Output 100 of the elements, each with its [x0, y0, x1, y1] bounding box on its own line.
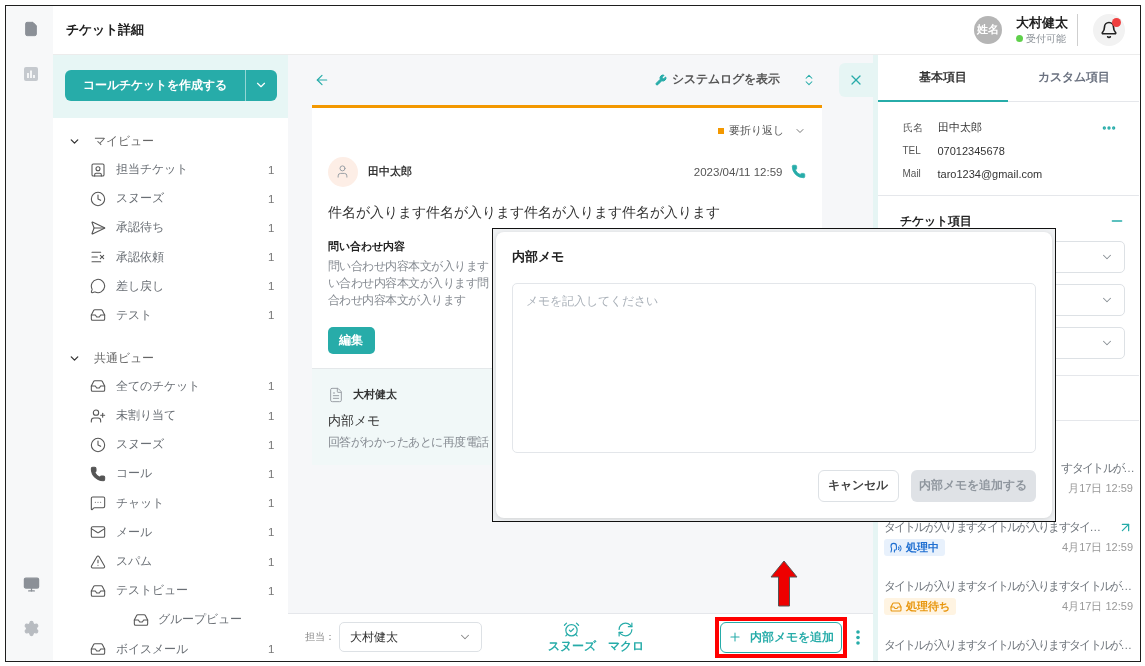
- ticket-time: 4月17日 12:59: [1062, 540, 1133, 555]
- group-header[interactable]: マイビュー: [52, 131, 288, 152]
- nav-item[interactable]: スヌーズ 1: [52, 434, 288, 455]
- status-dropdown[interactable]: 要折り返し: [717, 119, 806, 142]
- action-button[interactable]: スヌーズ: [547, 621, 596, 654]
- item-count: 1: [268, 526, 275, 539]
- edit-button[interactable]: 編集: [327, 326, 375, 354]
- nav-item[interactable]: 承認依頼 1: [52, 247, 288, 268]
- inquiry-text: 問い合わせ内容本文が入ります: [327, 259, 489, 274]
- status-label: 処理待ち: [905, 599, 950, 614]
- ticket-subject: 件名が入ります件名が入ります件名が入ります件名が入ります: [327, 202, 720, 222]
- related-ticket-title[interactable]: タイトルが入りますタイトルが入りますタイトルが…: [883, 579, 1131, 594]
- ticket-datetime: 2023/04/11 12:59: [693, 165, 783, 178]
- memo-textarea[interactable]: メモを記入してください: [511, 282, 1036, 453]
- nav-item[interactable]: チャット 1: [52, 493, 288, 514]
- cancel-button[interactable]: キャンセル: [817, 469, 899, 502]
- nav-item[interactable]: テスト 1: [52, 305, 288, 326]
- assignee-select[interactable]: 大村健太: [338, 622, 482, 653]
- field-value: 07012345678: [937, 144, 1005, 157]
- document-icon[interactable]: [23, 21, 40, 37]
- dropdown-button[interactable]: [244, 69, 277, 101]
- group-header[interactable]: 共通ビュー: [52, 348, 288, 369]
- person-avatar-icon: [327, 156, 358, 187]
- item-count: 1: [268, 163, 275, 176]
- system-log-button[interactable]: システムログを表示: [654, 71, 780, 88]
- settings-icon[interactable]: [22, 620, 40, 637]
- assignee-label: 担当：: [304, 630, 335, 645]
- inbox-icon: [89, 641, 106, 658]
- item-count: 1: [268, 280, 275, 293]
- nav-item[interactable]: 全てのチケット 1: [52, 376, 288, 397]
- inbox-icon: [132, 611, 149, 628]
- field-value: taro1234@gmail.com: [937, 167, 1043, 180]
- item-count: 1: [268, 497, 275, 510]
- inbox-icon: [889, 600, 902, 613]
- item-count: 1: [268, 584, 275, 597]
- inbox-icon: [89, 378, 106, 395]
- item-count: 1: [268, 555, 275, 568]
- clock-icon: [89, 436, 106, 453]
- related-ticket-title[interactable]: タイトルが入りますタイトルが入りますタイトルが…: [883, 638, 1131, 653]
- close-button[interactable]: [838, 62, 873, 97]
- phone-icon: [790, 164, 806, 179]
- item-count: 1: [268, 409, 275, 422]
- item-count: 1: [268, 221, 275, 234]
- ticket-time: 4月17日 12:59: [1062, 599, 1133, 614]
- tab[interactable]: 基本項目: [877, 54, 1009, 102]
- nav-item[interactable]: メール 1: [52, 522, 288, 543]
- nav-item[interactable]: コール 1: [52, 464, 288, 484]
- send-icon: [89, 219, 106, 236]
- user-card-icon: [89, 161, 106, 178]
- action-button[interactable]: マクロ: [607, 621, 644, 654]
- nav-item[interactable]: 差し戻し 1: [52, 276, 288, 297]
- nav-item[interactable]: グループビュー: [52, 609, 288, 630]
- section-heading: 問い合わせ内容: [327, 238, 405, 253]
- more-button[interactable]: [855, 629, 860, 645]
- nav-item[interactable]: テストビュー 1: [52, 580, 288, 601]
- item-count: 1: [268, 380, 275, 393]
- field-label: 氏名: [902, 120, 924, 135]
- vertical-dots-icon: [855, 629, 860, 645]
- item-count: 1: [268, 309, 275, 322]
- speaking-person-icon: [889, 541, 902, 554]
- ticket-time: 月17日 12:59: [1068, 481, 1133, 496]
- page-title: チケット詳細: [65, 20, 144, 39]
- tab[interactable]: カスタム項目: [1008, 54, 1139, 102]
- user-status: 受付可能: [1026, 32, 1066, 45]
- status-dot-icon: [1016, 35, 1023, 43]
- create-ticket-button[interactable]: コールチケットを作成する: [64, 69, 245, 101]
- item-count: 1: [268, 643, 275, 656]
- refresh-icon: [617, 621, 634, 639]
- chat-icon: [89, 495, 106, 512]
- user-plus-icon: [89, 407, 106, 424]
- user-name: 大村健太: [1016, 14, 1068, 30]
- speech-bubble-icon: [89, 278, 106, 295]
- plus-icon: [727, 630, 742, 645]
- nav-item[interactable]: 承認待ち 1: [52, 217, 288, 238]
- monitor-icon[interactable]: [22, 576, 40, 593]
- notification-button[interactable]: [1093, 13, 1125, 46]
- related-ticket-title[interactable]: すタイトルが…: [1061, 461, 1133, 476]
- status-label: 処理中: [905, 540, 939, 555]
- nav-item[interactable]: 担当チケット 1: [52, 159, 288, 180]
- nav-item[interactable]: スヌーズ 1: [52, 188, 288, 209]
- warning-icon: [89, 553, 106, 570]
- up-arrow-icon: [769, 559, 798, 607]
- inbox-icon: [89, 307, 106, 324]
- nav-item[interactable]: ボイスメール 1: [52, 639, 288, 660]
- dialog-title: 内部メモ: [511, 248, 564, 265]
- bell-icon: [1100, 20, 1118, 39]
- nav-item[interactable]: スパム 1: [52, 551, 288, 572]
- add-memo-button[interactable]: 内部メモを追加: [719, 621, 842, 653]
- field-value: 田中太郎: [937, 120, 982, 135]
- item-count: 1: [268, 192, 275, 205]
- related-ticket-title[interactable]: タイトルが入りますタイトルが入りますタイ…: [883, 520, 1100, 535]
- customer-name: 田中太郎: [367, 164, 412, 179]
- memo-author: 大村健太: [352, 387, 397, 402]
- user-avatar: 姓名: [974, 15, 1002, 44]
- nav-item[interactable]: 未割り当て 1: [52, 405, 288, 426]
- memo-text: 回答がわかったあとに再度電話: [327, 434, 489, 450]
- item-count: 1: [268, 438, 275, 451]
- section-title: チケット項目: [899, 214, 972, 227]
- alarm-clock-icon: [563, 621, 580, 639]
- bar-chart-icon[interactable]: [24, 67, 39, 81]
